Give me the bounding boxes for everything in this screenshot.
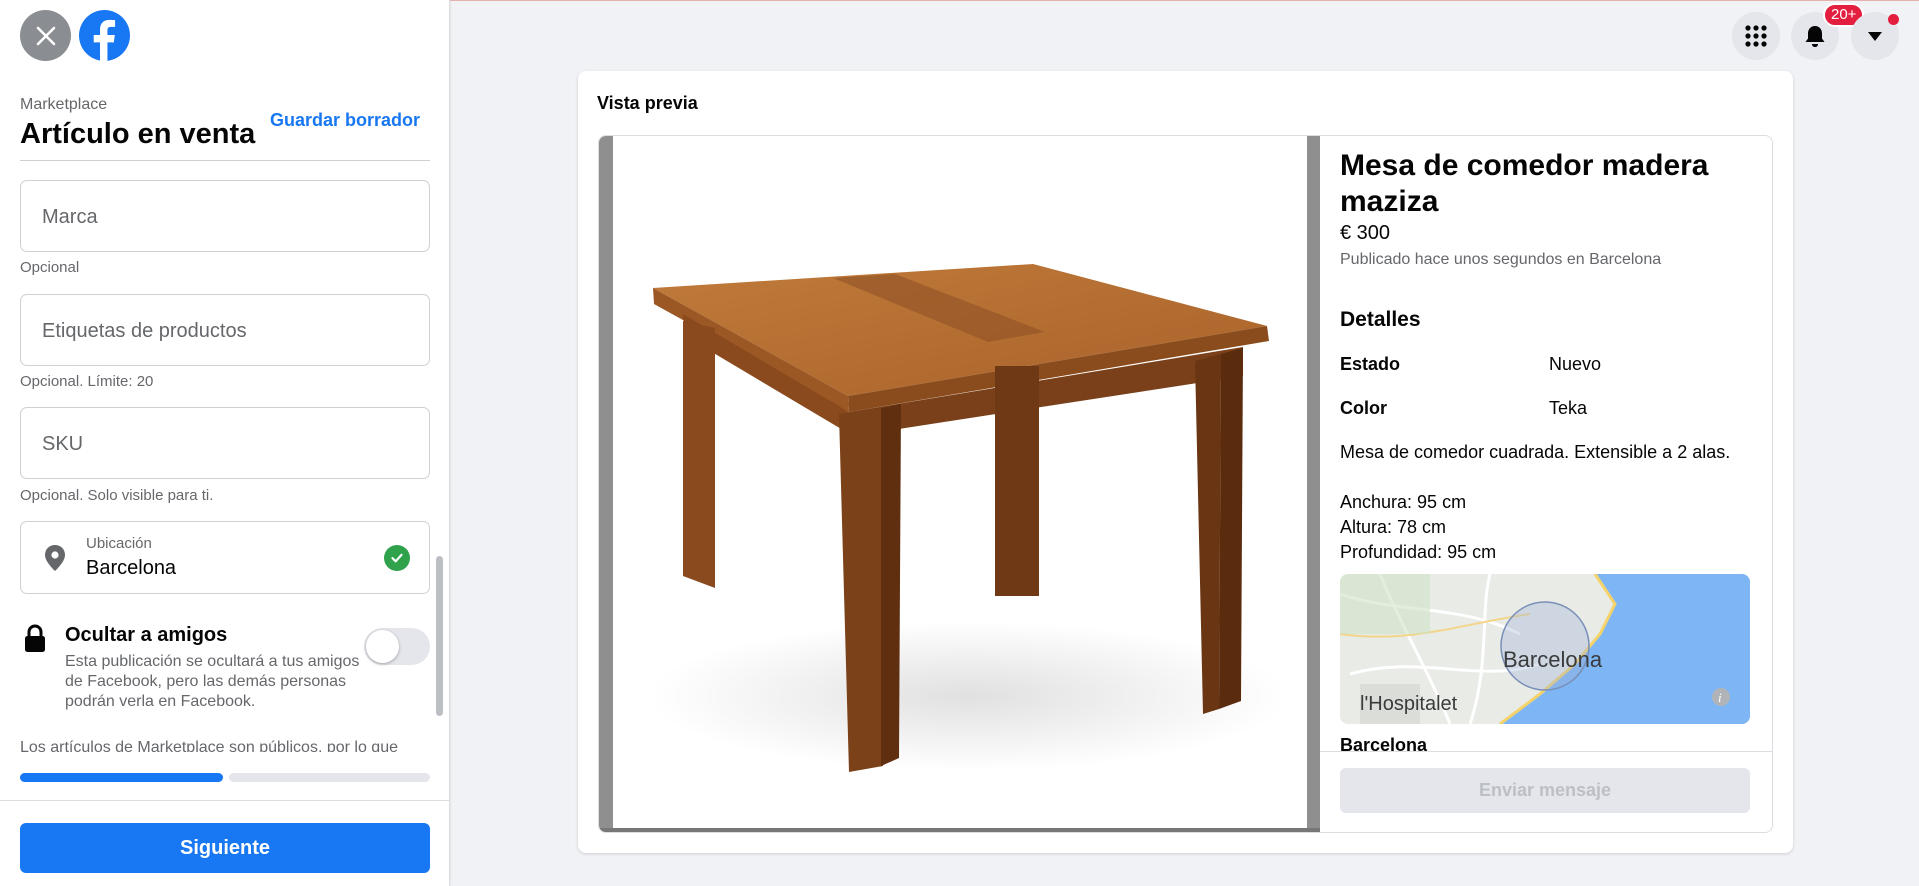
hide-from-friends-title: Ocultar a amigos <box>65 624 228 646</box>
preview-label: Vista previa <box>597 93 698 113</box>
location-map[interactable]: Barcelona l'Hospitalet i <box>1340 574 1750 724</box>
top-border <box>450 0 1919 1</box>
details-divider <box>1320 751 1772 752</box>
listing-details: Mesa de comedor madera maziza € 300 Publ… <box>1320 136 1772 832</box>
close-button[interactable] <box>20 10 71 61</box>
location-pin-icon <box>45 545 65 571</box>
lock-icon <box>25 624 45 652</box>
close-icon <box>36 26 55 45</box>
dimension-line: Anchura: 95 cm <box>1340 492 1467 512</box>
page-title: Artículo en venta <box>20 118 256 150</box>
attribute-value: Teka <box>1549 398 1588 418</box>
product-tags-input[interactable]: Etiquetas de productos <box>20 294 430 366</box>
product-tags-hint: Opcional. Límite: 20 <box>20 373 154 390</box>
save-draft-link[interactable]: Guardar borrador <box>270 110 420 131</box>
footer-divider <box>0 800 450 801</box>
photo-frame-edge <box>599 828 1320 832</box>
progress-step-2 <box>229 773 430 782</box>
facebook-logo[interactable] <box>79 10 130 61</box>
map-nearby-label: l'Hospitalet <box>1360 693 1458 715</box>
sku-hint: Opcional. Solo visible para ti. <box>20 487 214 504</box>
bell-icon <box>1805 26 1825 47</box>
sku-input[interactable]: SKU <box>20 407 430 479</box>
public-listing-notice: Los artículos de Marketplace son público… <box>20 739 398 752</box>
location-field[interactable]: Ubicación Barcelona <box>20 521 430 594</box>
listing-location: Barcelona <box>1340 735 1428 755</box>
toggle-knob <box>366 630 399 663</box>
hide-from-friends-description: Esta publicación se ocultará a tus amigo… <box>65 653 360 710</box>
sku-placeholder: SKU <box>42 433 84 455</box>
grid-menu-icon <box>1745 25 1767 47</box>
divider <box>20 160 430 161</box>
product-tags-placeholder: Etiquetas de productos <box>42 320 247 342</box>
caret-down-icon <box>1868 32 1882 41</box>
listing-title: Mesa de comedor madera maziza <box>1340 149 1709 218</box>
location-label: Ubicación <box>86 535 152 552</box>
breadcrumb: Marketplace <box>20 96 108 113</box>
account-alert-dot <box>1888 14 1899 25</box>
brand-placeholder: Marca <box>42 206 98 228</box>
preview-frame: Mesa de comedor madera maziza € 300 Publ… <box>598 135 1773 833</box>
location-value: Barcelona <box>86 557 177 579</box>
listing-sidebar: Marketplace Artículo en venta Guardar bo… <box>0 0 450 886</box>
dimension-line: Profundidad: 95 cm <box>1340 542 1497 562</box>
sidebar-scrollbar[interactable] <box>436 556 443 716</box>
listing-description: Mesa de comedor cuadrada. Extensible a 2… <box>1340 442 1731 462</box>
details-heading: Detalles <box>1340 308 1421 331</box>
table-photo-image <box>648 264 1288 772</box>
brand-hint: Opcional <box>20 259 80 276</box>
listing-photo[interactable] <box>599 136 1320 832</box>
listing-price: € 300 <box>1340 222 1391 244</box>
brand-input[interactable]: Marca <box>20 180 430 252</box>
menu-button[interactable] <box>1732 12 1780 60</box>
progress-step-1 <box>20 773 223 782</box>
attribute-key: Estado <box>1340 354 1401 374</box>
attribute-value: Nuevo <box>1549 354 1602 374</box>
attribute-key: Color <box>1340 398 1387 418</box>
listing-meta: Publicado hace unos segundos en Barcelon… <box>1340 251 1662 268</box>
next-button[interactable]: Siguiente <box>20 823 430 873</box>
photo-canvas <box>613 136 1307 828</box>
send-message-button[interactable]: Enviar mensaje <box>1340 768 1750 813</box>
check-icon <box>384 545 410 571</box>
svg-text:i: i <box>1718 690 1722 705</box>
map-city-label: Barcelona <box>1503 647 1603 672</box>
preview-card: Vista previa Mesa de comedor madera mazi… <box>578 71 1793 853</box>
dimension-line: Altura: 78 cm <box>1340 517 1447 537</box>
hide-from-friends-toggle[interactable] <box>364 628 430 665</box>
